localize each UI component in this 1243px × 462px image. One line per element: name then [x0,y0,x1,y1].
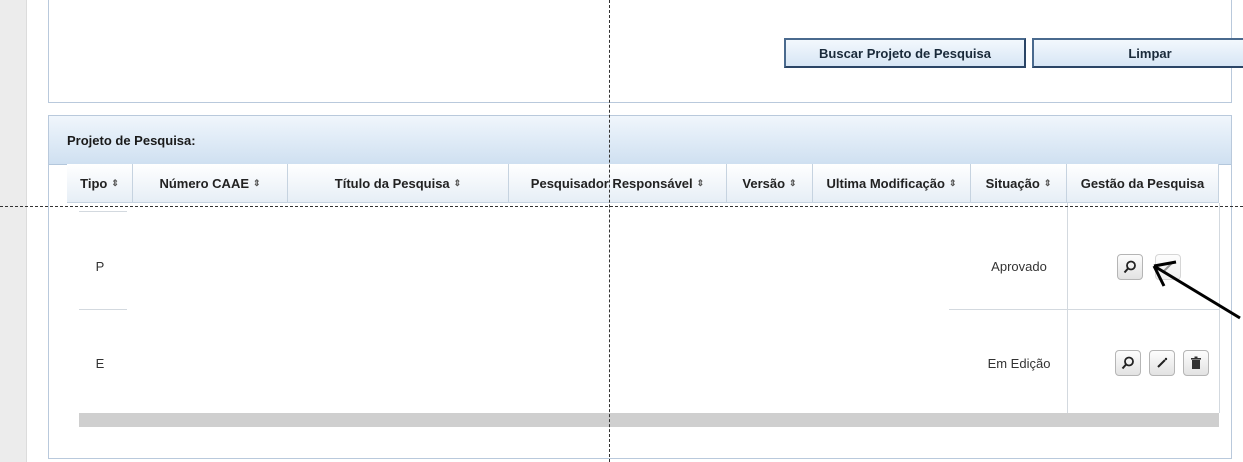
table-row-1-situacao: Aprovado [991,258,1047,274]
column-label: Título da Pesquisa [334,175,450,191]
column-label: Pesquisador Responsável [530,175,693,191]
search-icon [1121,356,1134,370]
trash-icon [1191,356,1201,369]
search-panel: Buscar Projeto de Pesquisa Limpar [48,0,1243,103]
row-2-edit-button[interactable] [1149,350,1175,376]
table-row-2-situacao: Em Edição [987,355,1051,371]
column-header-situacao[interactable]: Situação ⇕ [971,164,1067,203]
column-header-titulo[interactable]: Título da Pesquisa ⇕ [288,164,509,203]
column-header-gestao: Gestão da Pesquisa [1067,164,1219,203]
search-icon [1123,260,1136,274]
sort-icon: ⇕ [111,177,119,188]
row-2-view-button[interactable] [1115,350,1141,376]
panel-header: Projeto de Pesquisa: [49,116,1231,165]
table-footer-bar [79,413,1219,427]
column-header-tipo[interactable]: Tipo ⇕ [67,164,133,203]
row-divider [79,211,127,212]
sort-icon: ⇕ [948,177,957,188]
sort-icon: ⇕ [696,177,705,188]
sort-icon: ⇕ [789,177,797,188]
column-label: Versão [742,175,786,191]
sort-icon: ⇕ [453,177,462,188]
table-row-2-tipo: E [95,355,105,371]
table-row-1-tipo: P [95,258,105,274]
sort-icon: ⇕ [1043,177,1052,188]
row-2-delete-button[interactable] [1183,350,1209,376]
column-header-caae[interactable]: Número CAAE ⇕ [133,164,288,203]
edit-icon [1157,357,1168,368]
search-project-button[interactable]: Buscar Projeto de Pesquisa [784,38,1026,68]
column-label: Situação [985,175,1040,191]
column-header-pesquisador[interactable]: Pesquisador Responsável ⇕ [509,164,727,203]
column-label: Tipo [80,175,108,191]
sort-icon: ⇕ [253,177,261,188]
left-scroll-rail [0,0,27,462]
column-label: Número CAAE [159,175,250,191]
column-header-versao[interactable]: Versão ⇕ [727,164,813,203]
clear-button[interactable]: Limpar [1032,38,1243,68]
horizontal-guide-line [0,206,1243,207]
vertical-guide-line [609,0,610,462]
row-divider [79,309,127,310]
column-header-modificacao[interactable]: Ultima Modificação ⇕ [813,164,971,203]
column-label: Gestão da Pesquisa [1080,175,1205,191]
column-label: Ultima Modificação [826,175,945,191]
column-divider [1067,203,1068,413]
annotation-arrow [1152,260,1241,320]
results-panel: Projeto de Pesquisa: Tipo ⇕ Número CAAE ⇕ … [48,115,1232,459]
panel-title: Projeto de Pesquisa: [67,133,196,148]
